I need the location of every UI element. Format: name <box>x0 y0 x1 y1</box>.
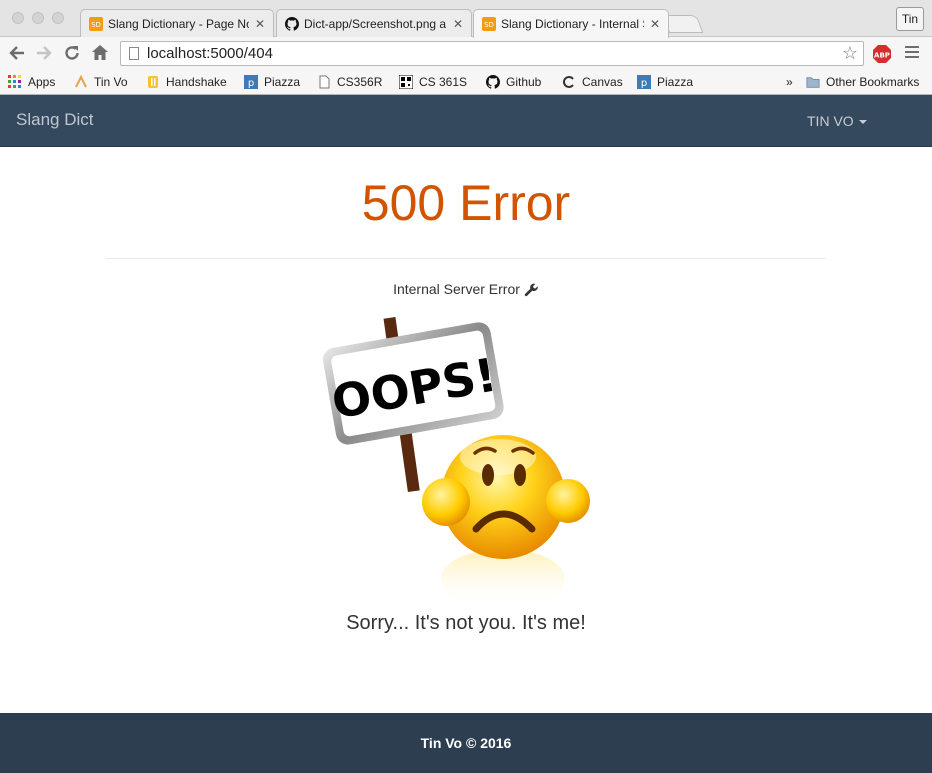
address-bar[interactable]: localhost:5000/404 ☆ <box>120 41 864 66</box>
error-subtitle-text: Internal Server Error <box>393 281 520 297</box>
browser-tab-3-active[interactable]: SD Slang Dictionary - Internal S ✕ <box>473 9 669 38</box>
error-title: 500 Error <box>361 175 571 231</box>
footer-copyright: Tin Vo © 2016 <box>420 735 512 751</box>
minimize-window-button[interactable] <box>32 12 44 24</box>
user-dropdown-toggle[interactable]: TIN VO <box>807 113 867 129</box>
bookmark-tin-vo[interactable]: Tin Vo <box>74 73 128 91</box>
bookmark-label: Canvas <box>582 75 623 89</box>
apps-grid-icon <box>8 75 21 88</box>
back-arrow-icon[interactable] <box>7 43 27 63</box>
browser-titlebar: SD Slang Dictionary - Page No ✕ Dict-app… <box>0 0 932 38</box>
qr-icon <box>399 75 413 89</box>
browser-tab-1[interactable]: SD Slang Dictionary - Page No ✕ <box>80 9 274 37</box>
piazza-icon: p <box>244 75 258 89</box>
home-icon[interactable] <box>90 43 110 63</box>
bookmark-label: Apps <box>28 75 56 89</box>
bookmark-apps[interactable]: Apps <box>8 73 55 91</box>
svg-text:ABP: ABP <box>874 52 890 60</box>
bookmark-label: Tin Vo <box>94 75 128 89</box>
other-bookmarks-folder[interactable]: Other Bookmarks <box>806 73 919 91</box>
bookmark-piazza[interactable]: p Piazza <box>244 73 300 91</box>
svg-text:p: p <box>641 78 647 89</box>
bookmark-label: Github <box>506 75 542 89</box>
canvas-icon <box>563 76 574 88</box>
zoom-window-button[interactable] <box>52 12 64 24</box>
bookmark-label: CS356R <box>337 75 383 89</box>
apology-message: Sorry... It's not you. It's me! <box>346 612 586 634</box>
bookmark-canvas[interactable]: Canvas <box>562 73 623 91</box>
profile-button[interactable]: Tin <box>896 7 924 31</box>
wrench-icon <box>524 283 538 296</box>
tab-close-icon[interactable]: ✕ <box>650 17 660 31</box>
svg-text:SD: SD <box>484 21 494 29</box>
browser-toolbar: localhost:5000/404 ☆ <box>0 37 932 69</box>
tin-vo-icon <box>75 75 87 88</box>
divider <box>106 258 826 259</box>
bookmark-piazza-2[interactable]: p Piazza <box>637 73 693 91</box>
close-window-button[interactable] <box>12 12 24 24</box>
bookmark-github[interactable]: Github <box>486 73 541 91</box>
handshake-icon <box>148 76 158 88</box>
tab-title: Dict-app/Screenshot.png a <box>304 16 447 31</box>
folder-icon <box>806 77 820 88</box>
overflow-chevron-icon: » <box>786 75 793 89</box>
tab-title: Slang Dictionary - Page No <box>108 16 249 31</box>
svg-text:SD: SD <box>91 21 101 29</box>
bookmarks-bar: Apps Tin Vo Handshake p Piazza CS356R CS… <box>0 69 932 95</box>
bookmark-label: Handshake <box>166 75 227 89</box>
browser-menu-icon[interactable] <box>905 46 919 61</box>
forward-arrow-icon[interactable] <box>34 43 54 63</box>
site-footer: Tin Vo © 2016 <box>0 713 932 773</box>
github-icon <box>486 75 500 89</box>
url-text: localhost:5000/404 <box>147 45 273 62</box>
site-navbar: Slang Dict TIN VO <box>0 95 932 147</box>
bookmark-label: CS 361S <box>419 75 468 89</box>
main-content: 500 Error Internal Server Error OOPS! So… <box>0 147 932 713</box>
bookmark-label: Other Bookmarks <box>826 75 920 89</box>
bookmark-star-icon[interactable]: ☆ <box>842 42 858 65</box>
bookmark-label: Piazza <box>264 75 301 89</box>
brand-link[interactable]: Slang Dict <box>16 110 93 130</box>
bookmarks-overflow-button[interactable]: » <box>786 73 793 91</box>
piazza-icon: p <box>637 75 651 89</box>
page-icon <box>129 47 139 60</box>
github-favicon-icon <box>285 16 299 31</box>
adblock-plus-icon[interactable]: ABP <box>872 44 892 64</box>
user-name: TIN VO <box>807 113 854 129</box>
slang-favicon-icon: SD <box>482 17 496 31</box>
bookmark-cs356r[interactable]: CS356R <box>317 73 382 91</box>
caret-down-icon <box>858 120 867 125</box>
slang-favicon-icon: SD <box>89 16 103 31</box>
svg-text:p: p <box>248 78 254 89</box>
bookmark-cs361s[interactable]: CS 361S <box>399 73 467 91</box>
browser-tab-2[interactable]: Dict-app/Screenshot.png a ✕ <box>276 9 472 37</box>
document-icon <box>319 75 330 89</box>
tab-close-icon[interactable]: ✕ <box>255 17 265 31</box>
tab-close-icon[interactable]: ✕ <box>453 17 463 31</box>
error-subtitle: Internal Server Error <box>0 281 932 298</box>
tab-title: Slang Dictionary - Internal S <box>501 17 644 31</box>
bookmark-label: Piazza <box>657 75 694 89</box>
reload-icon[interactable] <box>62 43 82 63</box>
oops-sad-face-image: OOPS! <box>322 317 590 609</box>
bookmark-handshake[interactable]: Handshake <box>146 73 227 91</box>
